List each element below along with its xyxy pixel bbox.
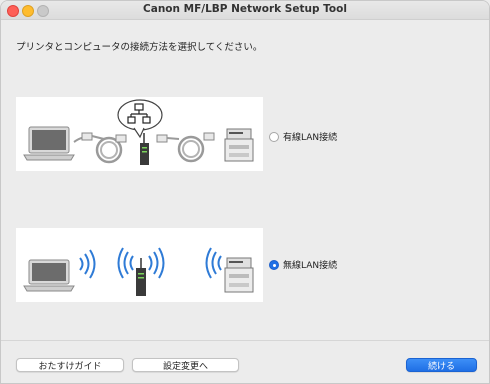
printer-icon	[224, 257, 254, 293]
wired-lan-label[interactable]: 有線LAN接続	[283, 130, 337, 143]
wired-illustration[interactable]	[16, 97, 263, 171]
network-icon	[117, 99, 163, 139]
cable-icon	[156, 132, 215, 163]
printer-icon	[224, 128, 254, 162]
window-title: Canon MF/LBP Network Setup Tool	[143, 3, 347, 15]
change-settings-button[interactable]: 設定変更へ	[132, 358, 239, 372]
router-icon	[140, 133, 149, 165]
app-window: Canon MF/LBP Network Setup Tool プリンタとコンピ…	[0, 0, 490, 384]
cable-icon	[73, 132, 127, 164]
guide-button[interactable]: おたすけガイド	[16, 358, 124, 372]
wireless-lan-label[interactable]: 無線LAN接続	[283, 258, 337, 271]
footer-divider	[1, 340, 489, 341]
wireless-illustration[interactable]	[16, 228, 263, 302]
router-icon	[136, 258, 146, 296]
wired-lan-option[interactable]: 有線LAN接続	[269, 130, 337, 143]
wireless-lan-radio[interactable]	[269, 259, 279, 270]
continue-button[interactable]: 続ける	[406, 358, 477, 372]
wireless-lan-option[interactable]: 無線LAN接続	[269, 258, 337, 271]
wired-lan-radio[interactable]	[269, 131, 279, 142]
wifi-waves-icon	[205, 247, 222, 279]
laptop-icon	[23, 259, 75, 292]
instruction-text: プリンタとコンピュータの接続方法を選択してください。	[16, 42, 263, 53]
wifi-waves-icon	[79, 249, 96, 279]
laptop-icon	[23, 126, 75, 161]
title-bar: Canon MF/LBP Network Setup Tool	[1, 1, 489, 20]
